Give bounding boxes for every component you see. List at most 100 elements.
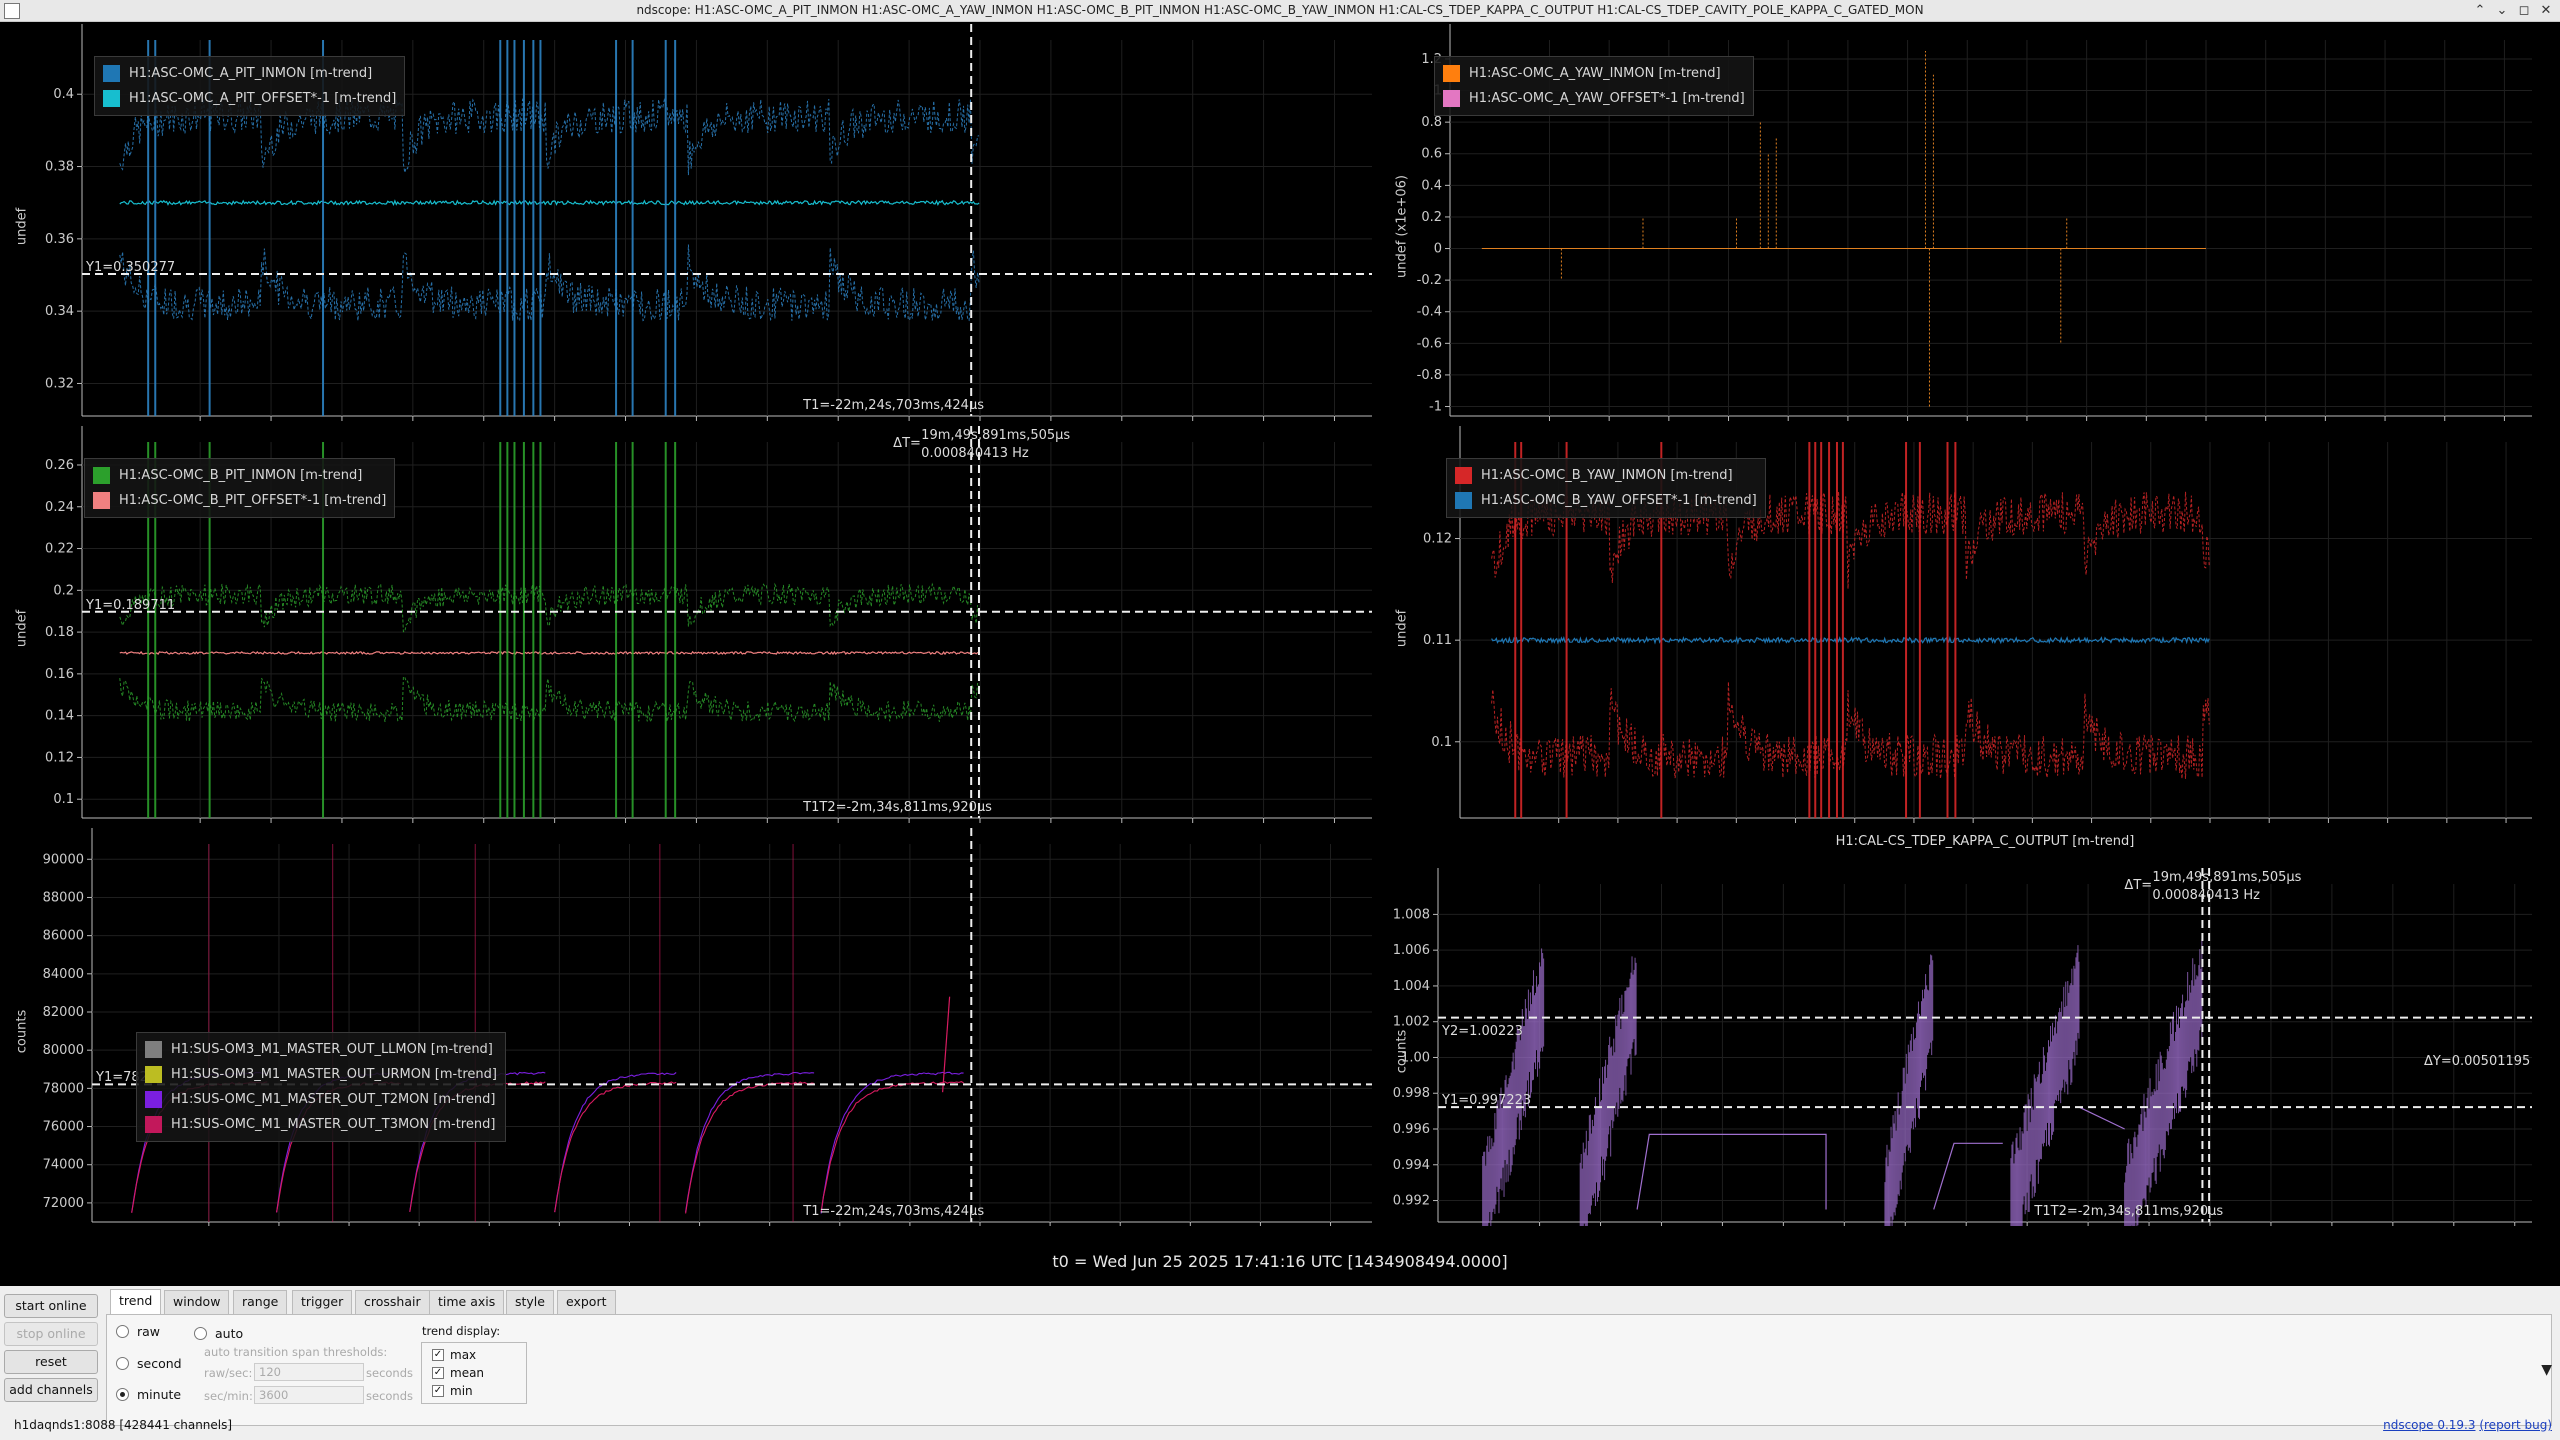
- window-titlebar: ndscope: H1:ASC-OMC_A_PIT_INMON H1:ASC-O…: [0, 0, 2560, 22]
- y-tick-label: 0.12: [45, 750, 74, 765]
- mean-check-icon: ✓: [432, 1367, 444, 1379]
- legend-a_yaw[interactable]: H1:ASC-OMC_A_YAW_INMON [m-trend] H1:ASC-O…: [1434, 56, 1754, 116]
- maximize-button[interactable]: ⌄: [2492, 2, 2512, 20]
- auto-radio[interactable]: auto: [194, 1326, 243, 1341]
- plot-canvas-sus[interactable]: -1d,9h-1d,6h-1d,3h-1d-21h-18h-15h-12h-9h…: [0, 826, 1372, 1226]
- legend-item[interactable]: H1:ASC-OMC_A_PIT_INMON [m-trend]: [103, 61, 396, 86]
- series-min: [119, 244, 980, 322]
- y-tick-label: 0.12: [1423, 532, 1452, 547]
- legend-item[interactable]: H1:ASC-OMC_A_PIT_OFFSET*-1 [m-trend]: [103, 86, 396, 111]
- y-tick-label: 0.36: [45, 232, 74, 247]
- version-link[interactable]: ndscope 0.19.3: [2383, 1418, 2475, 1432]
- tab-trigger[interactable]: trigger: [292, 1290, 353, 1314]
- min-checkbox[interactable]: ✓ min: [432, 1384, 473, 1398]
- minimize-button[interactable]: ⌃: [2470, 2, 2490, 20]
- y-tick-label: 72000: [43, 1196, 84, 1211]
- mean-label: mean: [450, 1366, 485, 1380]
- auto-label: auto: [215, 1326, 244, 1341]
- series-sus: [820, 1071, 964, 1214]
- legend-b_pit[interactable]: H1:ASC-OMC_B_PIT_INMON [m-trend] H1:ASC-O…: [84, 458, 396, 518]
- legend-swatch: [103, 90, 120, 107]
- series-sus: [820, 1080, 964, 1213]
- stop-online-button[interactable]: stop online: [4, 1322, 98, 1346]
- tab-trend[interactable]: trend: [110, 1289, 162, 1315]
- min-label: min: [450, 1384, 473, 1398]
- series-sus: [554, 1081, 677, 1213]
- y-tick-label: 0.2: [1421, 210, 1442, 225]
- legend-a_pit[interactable]: H1:ASC-OMC_A_PIT_INMON [m-trend] H1:ASC-O…: [94, 56, 406, 116]
- legend-item[interactable]: H1:SUS-OM3_M1_MASTER_OUT_LLMON [m-trend]: [145, 1037, 497, 1062]
- tab-style[interactable]: style: [506, 1290, 554, 1314]
- y-tick-label: 74000: [43, 1158, 84, 1173]
- series-offset: [119, 199, 980, 207]
- max-checkbox[interactable]: ✓ max: [432, 1348, 476, 1362]
- tab-crosshair[interactable]: crosshair: [355, 1290, 430, 1314]
- start-online-button[interactable]: start online: [4, 1294, 98, 1318]
- raw-sec-label: raw/sec:: [204, 1366, 253, 1380]
- minute-radio[interactable]: minute: [116, 1387, 181, 1402]
- legend-swatch: [145, 1066, 162, 1083]
- plot-canvas-kappa[interactable]: -1d,9h-1d,6h-1d,3h-1d-21h-18h-15h-12h-9h…: [1380, 826, 2560, 1226]
- plot-b_pit[interactable]: -1d,9h-1d,6h-1d,3h-1d-21h-18h-15h-12h-9h…: [0, 424, 1372, 824]
- y-tick-label: 86000: [43, 929, 84, 944]
- legend-item[interactable]: H1:ASC-OMC_A_YAW_OFFSET*-1 [m-trend]: [1443, 86, 1745, 111]
- y-tick-label: 88000: [43, 890, 84, 905]
- restore-button[interactable]: ◻: [2514, 2, 2534, 20]
- legend-item[interactable]: H1:ASC-OMC_B_YAW_INMON [m-trend]: [1455, 463, 1757, 488]
- y-tick-label: 0.14: [45, 709, 74, 724]
- legend-item[interactable]: H1:SUS-OMC_M1_MASTER_OUT_T3MON [m-trend]: [145, 1112, 497, 1137]
- legend-item[interactable]: H1:SUS-OMC_M1_MASTER_OUT_T2MON [m-trend]: [145, 1087, 497, 1112]
- mean-checkbox[interactable]: ✓ mean: [432, 1366, 484, 1380]
- y-axis-label: undef (x1e+06): [1394, 175, 1410, 278]
- plot-area[interactable]: -1d,9h-1d,6h-1d,3h-1d-21h-18h-15h-12h-9h…: [0, 22, 2560, 1286]
- reset-button[interactable]: reset: [4, 1350, 98, 1374]
- tab-export[interactable]: export: [557, 1290, 616, 1314]
- plot-b_yaw[interactable]: -1d,9h-1d,6h-1d,3h-1d-21h-18h-15h-12h-9h…: [1380, 424, 2560, 824]
- delta-t-label: ΔT=: [2124, 878, 2153, 893]
- plot-sus[interactable]: -1d,9h-1d,6h-1d,3h-1d-21h-18h-15h-12h-9h…: [0, 826, 1372, 1226]
- legend-label: H1:ASC-OMC_B_PIT_INMON [m-trend]: [119, 468, 363, 483]
- thresholds-label: auto transition span thresholds:: [204, 1345, 388, 1359]
- y-tick-label: 0.992: [1393, 1194, 1430, 1209]
- plot-a_pit[interactable]: -1d,9h-1d,6h-1d,3h-1d-21h-18h-15h-12h-9h…: [0, 22, 1372, 422]
- legend-b_yaw[interactable]: H1:ASC-OMC_B_YAW_INMON [m-trend] H1:ASC-O…: [1446, 458, 1766, 518]
- series-peak: [942, 996, 951, 1093]
- y-tick-label: -0.4: [1417, 305, 1442, 320]
- raw-sec-input[interactable]: 120: [254, 1363, 364, 1381]
- add-channels-button[interactable]: add channels: [4, 1378, 98, 1402]
- legend-sus[interactable]: H1:SUS-OM3_M1_MASTER_OUT_LLMON [m-trend]…: [136, 1032, 506, 1142]
- legend-label: H1:SUS-OM3_M1_MASTER_OUT_URMON [m-trend]: [171, 1067, 497, 1082]
- plot-a_yaw[interactable]: -1d,9h-1d,6h-1d,3h-1d-21h-18h-15h-12h-9h…: [1380, 22, 2560, 422]
- second-label: second: [137, 1356, 182, 1371]
- y-tick-label: 0.4: [53, 87, 74, 102]
- legend-item[interactable]: H1:ASC-OMC_B_PIT_INMON [m-trend]: [93, 463, 386, 488]
- tab-time-axis[interactable]: time axis: [429, 1290, 505, 1314]
- chevron-down-icon[interactable]: ▼: [2541, 1362, 2552, 1378]
- legend-item[interactable]: H1:ASC-OMC_B_YAW_OFFSET*-1 [m-trend]: [1455, 488, 1757, 513]
- report-bug-link[interactable]: (report bug): [2479, 1418, 2552, 1432]
- plot-title: H1:CAL-CS_TDEP_KAPPA_C_OUTPUT [m-trend]: [1835, 834, 2135, 849]
- y-tick-label: 0.26: [45, 458, 74, 473]
- raw-label: raw: [137, 1324, 161, 1339]
- second-radio[interactable]: second: [116, 1356, 182, 1371]
- y-tick-label: 0.4: [1421, 178, 1442, 193]
- y-tick-label: 0.22: [45, 542, 74, 557]
- delta-t-label: ΔT=: [893, 436, 921, 451]
- y-tick-label: -0.2: [1417, 273, 1442, 288]
- tab-window[interactable]: window: [164, 1290, 230, 1314]
- legend-item[interactable]: H1:ASC-OMC_B_PIT_OFFSET*-1 [m-trend]: [93, 488, 386, 513]
- plot-kappa[interactable]: -1d,9h-1d,6h-1d,3h-1d-21h-18h-15h-12h-9h…: [1380, 826, 2560, 1226]
- legend-swatch: [1455, 467, 1472, 484]
- raw-radio[interactable]: raw: [116, 1324, 160, 1339]
- legend-swatch: [145, 1041, 162, 1058]
- tab-range[interactable]: range: [233, 1290, 288, 1314]
- y1-label: Y1=0.997223: [1442, 1093, 1532, 1109]
- sec-min-input[interactable]: 3600: [254, 1386, 364, 1404]
- t-cursor-label: T1=-22m,24s,703ms,424μs: [803, 1204, 985, 1219]
- y-tick-label: 84000: [43, 967, 84, 982]
- legend-item[interactable]: H1:ASC-OMC_A_YAW_INMON [m-trend]: [1443, 61, 1745, 86]
- series-min: [1491, 681, 2210, 779]
- legend-item[interactable]: H1:SUS-OM3_M1_MASTER_OUT_URMON [m-trend]: [145, 1062, 497, 1087]
- legend-swatch: [1443, 90, 1460, 107]
- close-button[interactable]: ✕: [2536, 2, 2556, 20]
